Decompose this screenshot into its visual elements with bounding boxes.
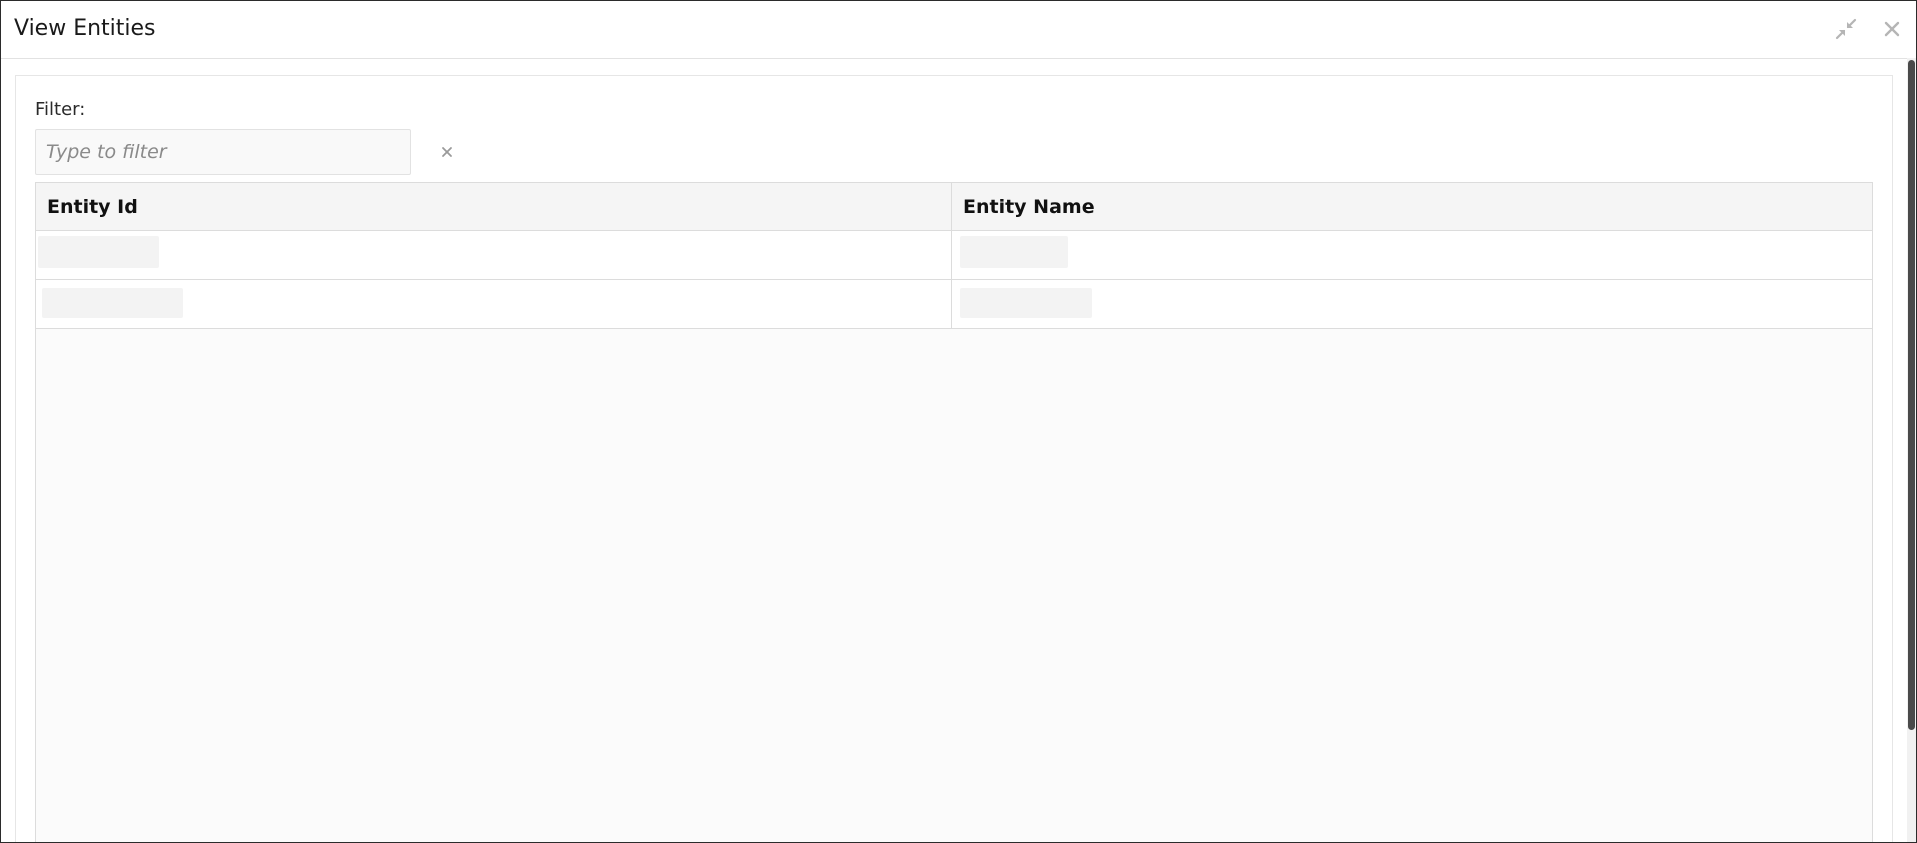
dialog-header: View Entities	[1, 1, 1916, 59]
table-header: Entity Id Entity Name	[36, 183, 1872, 231]
clear-filter-button[interactable]	[435, 140, 459, 164]
minimize-button[interactable]	[1830, 13, 1862, 45]
vertical-scrollbar[interactable]	[1907, 58, 1916, 842]
entity-id-cell	[36, 231, 952, 279]
loading-placeholder	[42, 288, 183, 318]
close-icon	[1884, 21, 1900, 37]
loading-placeholder	[960, 236, 1068, 268]
entity-name-cell	[952, 280, 1872, 328]
column-header-entity-name[interactable]: Entity Name	[952, 183, 1872, 230]
close-button[interactable]	[1876, 13, 1908, 45]
column-header-entity-id[interactable]: Entity Id	[36, 183, 952, 230]
loading-placeholder	[960, 288, 1092, 318]
entities-panel: Filter: Entity Id Entity Name	[15, 75, 1893, 842]
close-icon	[442, 147, 452, 157]
scrollbar-thumb[interactable]	[1908, 60, 1915, 730]
filter-label: Filter:	[35, 99, 86, 120]
entity-id-cell	[36, 280, 952, 328]
entity-name-cell	[952, 231, 1872, 279]
table-row[interactable]	[36, 280, 1872, 329]
dialog-title: View Entities	[14, 16, 156, 41]
table-row[interactable]	[36, 231, 1872, 280]
loading-placeholder	[38, 236, 159, 268]
filter-input[interactable]	[35, 129, 411, 175]
entities-table: Entity Id Entity Name	[35, 182, 1873, 842]
view-entities-dialog: View Entities Filter: Type to filter Ent…	[0, 0, 1917, 843]
compress-arrows-icon	[1835, 18, 1857, 40]
